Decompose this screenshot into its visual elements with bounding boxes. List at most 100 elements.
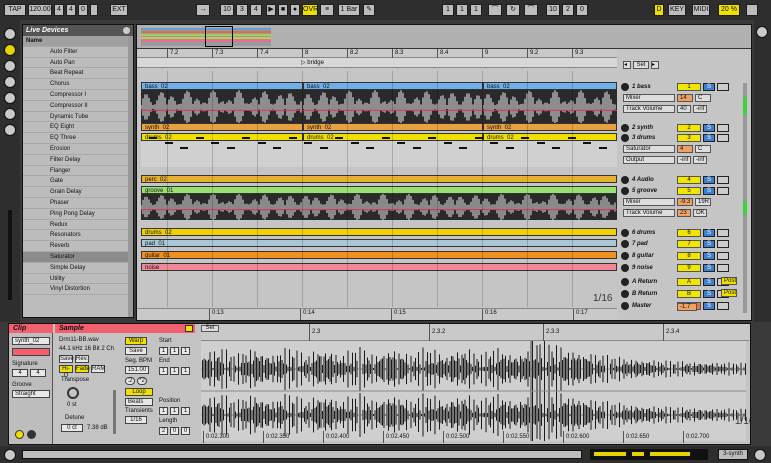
track-fold-icon[interactable] — [621, 264, 629, 272]
drums-value-2[interactable]: C — [695, 145, 711, 153]
next-locator-button[interactable]: ▸ — [651, 61, 659, 69]
browser-scrollbar[interactable] — [128, 36, 133, 317]
bass-clip[interactable]: bass_02 — [483, 82, 617, 90]
arm-button[interactable] — [717, 229, 729, 237]
d-button[interactable]: D — [654, 4, 664, 16]
hiq-button[interactable]: Hi-Q — [59, 365, 73, 379]
track-activator[interactable]: B — [677, 290, 701, 298]
drums-clip[interactable]: drums_02 — [303, 133, 483, 141]
browser-item[interactable]: Resonators — [23, 230, 133, 242]
start-bar[interactable]: 1 — [159, 347, 168, 355]
track-activator[interactable]: 8 — [677, 252, 701, 260]
track-activator[interactable]: 4 — [677, 176, 701, 184]
arm-button[interactable] — [717, 124, 729, 132]
file-browser-3-button[interactable] — [4, 108, 16, 120]
transpose-knob[interactable] — [67, 387, 79, 399]
post-b-button[interactable]: Post — [721, 289, 737, 297]
bass-clip[interactable]: bass_02 — [303, 82, 483, 90]
solo-button[interactable]: S — [703, 229, 715, 237]
position-sixteenth[interactable]: 1 — [181, 407, 190, 415]
browser-item[interactable]: Reverb — [23, 241, 133, 252]
play-button[interactable]: ▶ — [266, 4, 276, 16]
solo-button[interactable]: S — [703, 278, 715, 286]
ext-sync-button[interactable]: EXT — [110, 4, 128, 16]
track-activator[interactable]: 3 — [677, 134, 701, 142]
clip-color-select[interactable] — [12, 348, 50, 356]
browser-item[interactable]: Name — [23, 36, 133, 47]
beat-ruler[interactable]: 7.2 7.3 7.4 8 8.2 8.3 8.4 9 9.2 9.3 — [137, 49, 617, 58]
browser-item[interactable]: Ping Pong Delay — [23, 209, 133, 220]
track-fold-icon[interactable] — [621, 252, 629, 260]
browser-item[interactable]: Vinyl Distortion — [23, 284, 133, 296]
track-header[interactable]: 1 bass 1 S — [621, 82, 741, 92]
help-browser-button[interactable] — [4, 124, 16, 136]
drums-value-3[interactable]: -inf — [677, 156, 691, 164]
end-sixteenth[interactable]: 1 — [181, 367, 190, 375]
length-bar[interactable]: 2 — [159, 427, 168, 435]
double-tempo-button[interactable]: *2 — [137, 377, 147, 385]
groove-value-4[interactable]: OK — [693, 209, 707, 217]
metronome-button[interactable] — [90, 4, 98, 16]
status-left-button[interactable] — [4, 449, 16, 461]
loop-length-beat[interactable]: 2 — [562, 4, 574, 16]
loop-start-sixteenth[interactable]: 1 — [470, 4, 482, 16]
master-volume[interactable]: -1.7 — [677, 303, 697, 311]
track-fold-icon[interactable] — [621, 176, 629, 184]
track-fold-icon[interactable] — [621, 302, 629, 310]
stop-button[interactable]: ■ — [278, 4, 288, 16]
browser-item[interactable]: Saturator — [23, 251, 133, 263]
midi-map-button[interactable]: MIDI — [692, 4, 710, 16]
signature-numerator[interactable]: 4 — [54, 4, 64, 16]
start-sixteenth[interactable]: 1 — [181, 347, 190, 355]
overview-strip[interactable] — [137, 25, 751, 49]
plugin-browser-button[interactable] — [4, 60, 16, 72]
file-browser-2-button[interactable] — [4, 92, 16, 104]
warp-button[interactable]: Warp — [125, 337, 147, 345]
end-beat[interactable]: 1 — [170, 367, 179, 375]
arm-button[interactable] — [717, 240, 729, 248]
track-activator[interactable]: 9 — [677, 264, 701, 272]
solo-button[interactable]: S — [703, 83, 715, 91]
browser-menu-icon[interactable] — [123, 27, 130, 34]
groove-device-chooser[interactable]: Mixer — [623, 198, 675, 206]
clip-envelope-toggle[interactable] — [27, 430, 36, 439]
browser-item[interactable]: Beat Repeat — [23, 68, 133, 80]
synth-clip[interactable]: synth_02 — [141, 123, 303, 131]
arm-button[interactable] — [717, 83, 729, 91]
track-activator[interactable]: 6 — [677, 229, 701, 237]
transients-select[interactable]: 1/16 — [125, 416, 147, 424]
synth-clip[interactable]: synth_02 — [483, 123, 617, 131]
track-header[interactable]: 2 synth 2 S — [621, 123, 741, 133]
browser-item[interactable]: EQ Three — [23, 133, 133, 144]
warp-marker-set-button[interactable]: Set — [201, 325, 219, 332]
solo-button[interactable]: S — [703, 124, 715, 132]
browser-item[interactable]: Erosion — [23, 144, 133, 155]
sample-editor-ruler[interactable]: 2.3 2.3.2 2.3.3 2.3.4 — [201, 324, 749, 341]
track-fold-icon[interactable] — [621, 83, 629, 91]
browser-item[interactable]: Compressor II — [23, 101, 133, 112]
browser-item[interactable]: Auto Filter — [23, 47, 133, 58]
arm-button[interactable] — [717, 187, 729, 195]
track-activator[interactable]: 7 — [677, 240, 701, 248]
browser-item[interactable]: Phaser — [23, 198, 133, 209]
quantize-select[interactable]: 1 Bar — [338, 4, 360, 16]
prev-locator-button[interactable]: ◂ — [623, 61, 631, 69]
drums-clip[interactable]: drums_02 — [483, 133, 617, 141]
signature-denominator[interactable]: 4 — [66, 4, 76, 16]
overdub-button[interactable]: OVR — [302, 4, 318, 16]
solo-button[interactable]: S — [703, 187, 715, 195]
bass-value-4[interactable]: -inf — [693, 105, 707, 113]
track-header[interactable]: 4 Audio 4 S — [621, 175, 741, 185]
browser-item[interactable]: Chorus — [23, 79, 133, 90]
loop-switch-button[interactable]: ↻ — [506, 4, 520, 16]
browser-item[interactable]: Filter Delay — [23, 155, 133, 166]
sample-box-toggle[interactable] — [185, 325, 193, 332]
groove-select[interactable]: Straight — [12, 390, 50, 398]
track-fold-icon[interactable] — [621, 290, 629, 298]
record-button[interactable]: ● — [290, 4, 300, 16]
browser-scroll-track[interactable] — [8, 210, 12, 300]
track-header[interactable]: 5 groove 5 S — [621, 186, 741, 196]
clip-signature-den[interactable]: 4 — [30, 369, 46, 377]
detune-field[interactable]: 0 ct — [61, 424, 83, 432]
drums-parameter-chooser[interactable]: Output — [623, 156, 675, 164]
